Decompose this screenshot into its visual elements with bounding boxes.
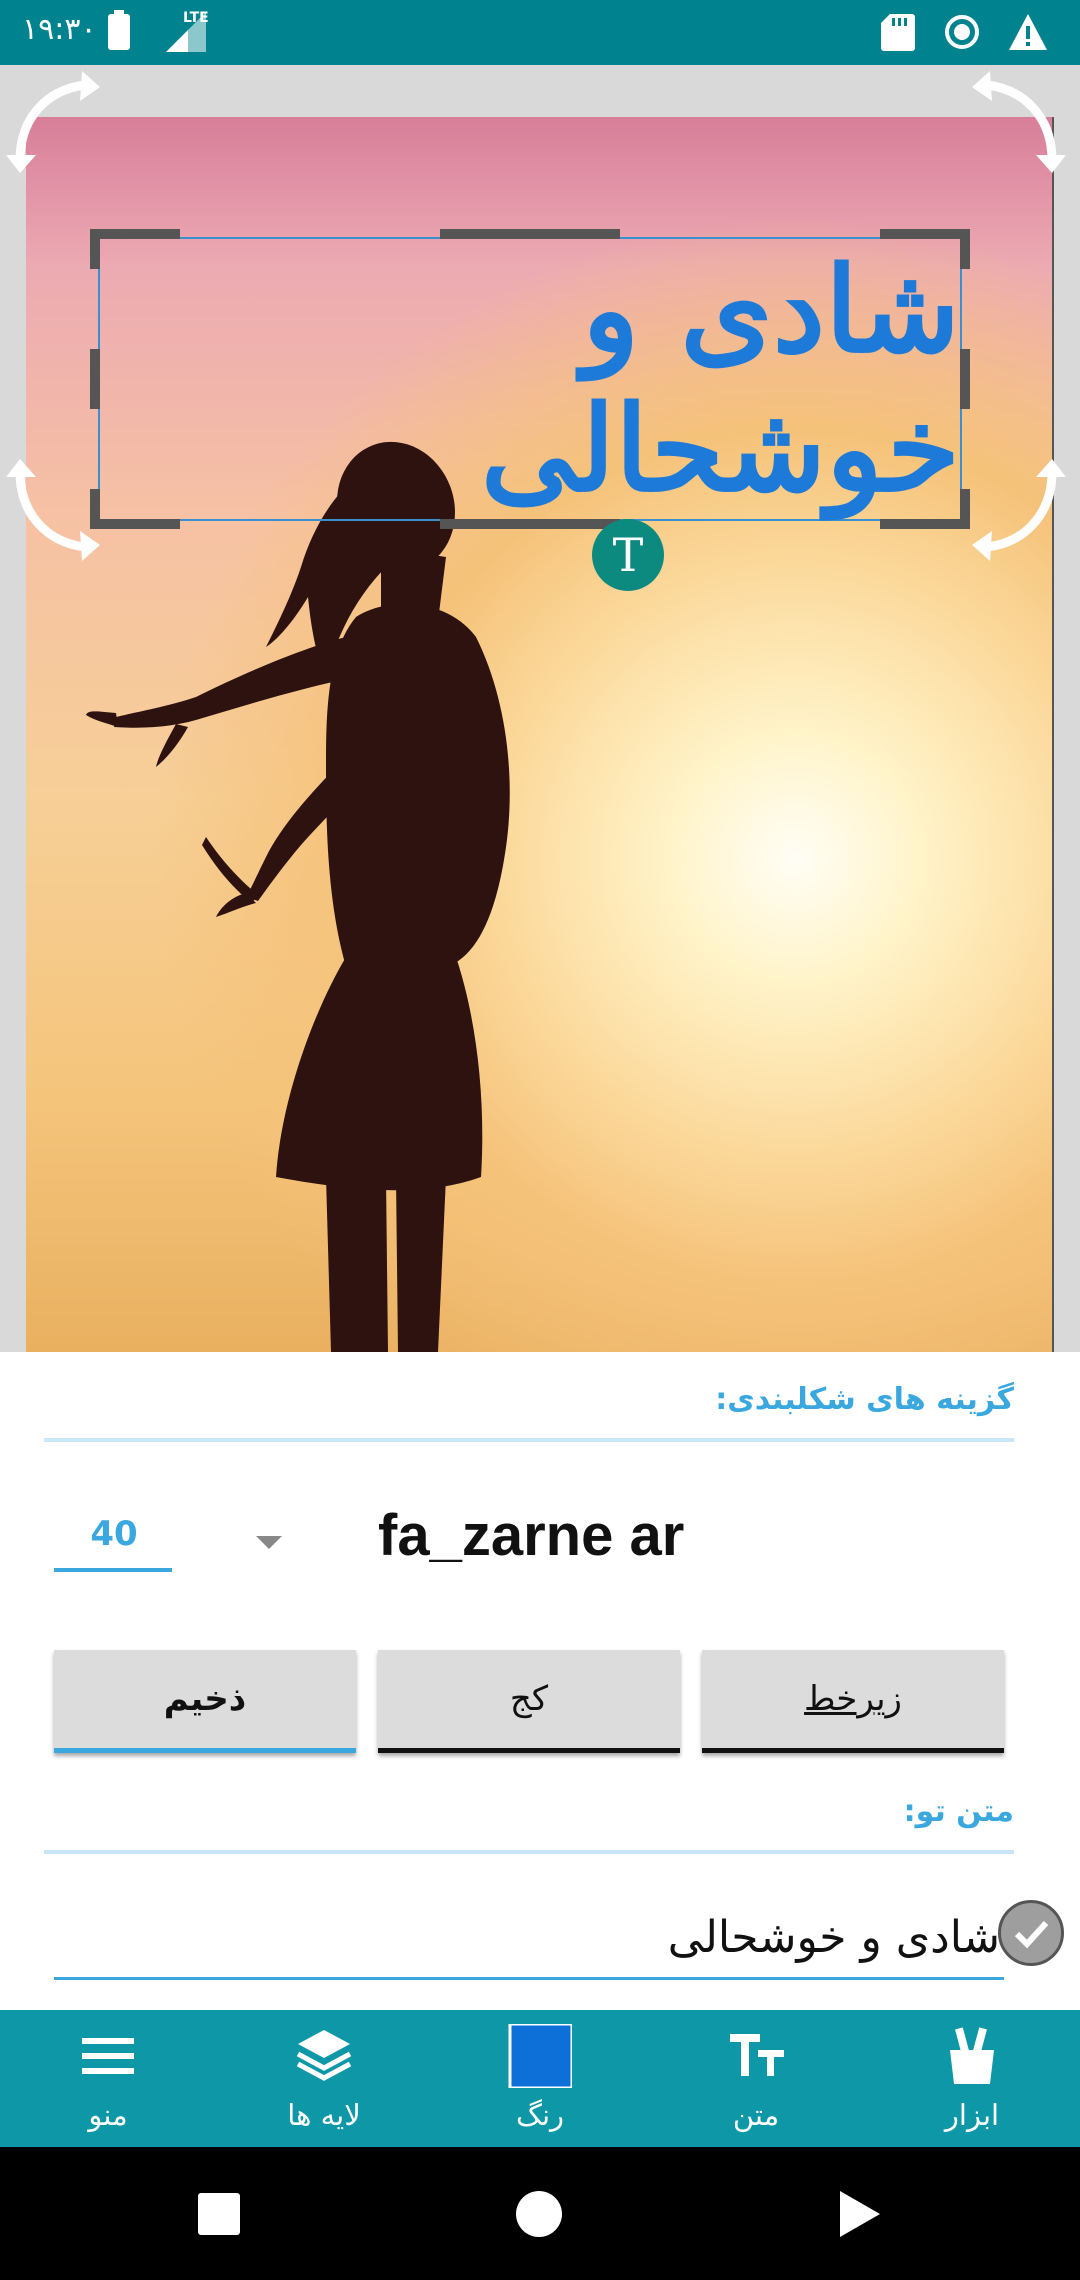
font-size-underline	[54, 1568, 172, 1572]
bottom-toolbar: منو لایه ها رنگ متن ابزار	[0, 2010, 1080, 2147]
status-bar: ۱۹:۳۰ LTE	[0, 0, 1080, 65]
layers-icon	[296, 2030, 352, 2081]
rotate-top-left-icon[interactable]	[0, 65, 110, 175]
check-icon	[1014, 1920, 1049, 1949]
format-options-title: گزینه های شکلبندی:	[715, 1382, 1014, 1417]
font-size-field[interactable]: 40	[56, 1514, 172, 1554]
editor-canvas[interactable]: شادی و خوشحالی T	[0, 65, 1080, 1352]
save-button-label: ذخیم	[163, 1679, 247, 1719]
chevron-down-icon[interactable]	[256, 1536, 282, 1549]
toolbar-tools-label: ابزار	[944, 2098, 1000, 2132]
text-size-icon	[730, 2034, 784, 2076]
warning-icon	[1009, 14, 1047, 50]
format-panel: گزینه های شکلبندی: 40 fa_zarne ar ذخیم ک…	[0, 1352, 1080, 2010]
underline-button-label: زیرخط	[804, 1679, 902, 1719]
toolbar-text-label: متن	[732, 2098, 780, 2132]
save-button[interactable]: ذخیم	[54, 1650, 356, 1753]
text-layer-selection[interactable]: شادی و خوشحالی T	[90, 229, 970, 591]
toolbar-color-label: رنگ	[515, 2098, 565, 2132]
toolbar-layers[interactable]: لایه ها	[216, 2010, 432, 2147]
toolbar-menu[interactable]: منو	[0, 2010, 216, 2147]
network-type-label: LTE	[183, 10, 209, 26]
your-text-divider	[44, 1850, 1014, 1854]
tools-icon	[950, 2027, 994, 2084]
overlay-text[interactable]: شادی و خوشحالی	[100, 239, 960, 519]
italic-button[interactable]: کج	[378, 1650, 680, 1753]
font-name-selector[interactable]: fa_zarne ar	[378, 1502, 684, 1569]
underline-button[interactable]: زیرخط	[702, 1650, 1004, 1753]
color-swatch-icon	[508, 2024, 572, 2088]
battery-icon	[108, 10, 130, 50]
back-triangle-icon[interactable]	[838, 2189, 882, 2239]
sync-circle-icon	[945, 15, 979, 49]
toolbar-tools[interactable]: ابزار	[864, 2010, 1080, 2147]
recents-square-icon[interactable]	[198, 2193, 240, 2235]
italic-button-label: کج	[509, 1679, 549, 1719]
toolbar-color[interactable]: رنگ	[432, 2010, 648, 2147]
toolbar-menu-label: منو	[88, 2098, 128, 2132]
rotate-bottom-left-icon[interactable]	[0, 457, 110, 567]
rotate-bottom-right-icon[interactable]	[962, 457, 1072, 567]
your-text-title: متن تو:	[903, 1794, 1014, 1829]
format-title-divider	[44, 1438, 1014, 1442]
toolbar-layers-label: لایه ها	[287, 2098, 361, 2132]
status-time: ۱۹:۳۰	[22, 12, 97, 47]
rotate-top-right-icon[interactable]	[962, 65, 1072, 175]
menu-icon	[82, 2038, 134, 2074]
text-input[interactable]	[54, 1898, 1004, 1980]
text-edit-handle[interactable]: T	[592, 519, 664, 591]
sd-card-icon	[881, 14, 915, 51]
home-circle-icon[interactable]	[516, 2191, 562, 2237]
confirm-check-button[interactable]	[998, 1900, 1064, 1966]
system-nav-bar	[0, 2147, 1080, 2280]
toolbar-text[interactable]: متن	[648, 2010, 864, 2147]
